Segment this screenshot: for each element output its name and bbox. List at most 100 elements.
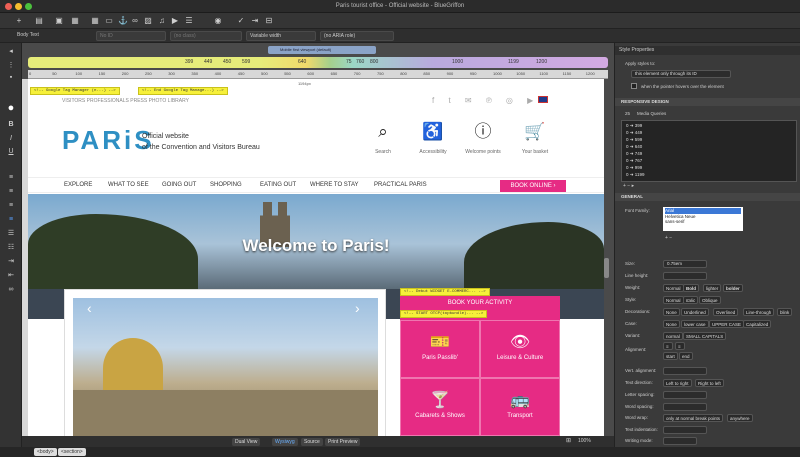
style-oblique[interactable]: Oblique <box>699 296 721 304</box>
publish-icon[interactable]: ▦ <box>70 16 80 26</box>
mq-row[interactable]: 0 ➜ 399 <box>626 123 642 129</box>
gtm-debut-comment[interactable]: <!-- Debut WIDGET E-COMMERC... --> <box>400 288 490 296</box>
mq-label[interactable]: 450 <box>223 59 231 65</box>
deco-underlined[interactable]: Underlined <box>681 308 709 316</box>
id-field[interactable]: No ID <box>96 31 166 41</box>
letter-spacing-input[interactable] <box>663 391 707 399</box>
print-preview-button[interactable]: Print Preview <box>325 438 361 446</box>
top-audience-tabs[interactable]: VISITORS PROFESSIONALS PRESS PHOTO LIBRA… <box>62 98 189 104</box>
media-query-strip[interactable]: 399 449 450 599 640 75 760 800 1000 1199… <box>28 57 608 68</box>
nav-practical-paris[interactable]: PRACTICAL PARIS <box>374 182 427 188</box>
arrow-tool-icon[interactable]: ◂ <box>6 47 16 57</box>
italic-icon[interactable]: I <box>6 134 16 144</box>
globe-icon[interactable]: ◉ <box>213 16 223 26</box>
align-center-icon[interactable]: ≡ <box>6 187 16 197</box>
writing-mode-select[interactable] <box>663 437 697 445</box>
move-icon[interactable]: ⇥ <box>250 16 260 26</box>
class-field[interactable]: (no class) <box>170 31 242 41</box>
mq-row[interactable]: 0 ➜ 1199 <box>626 172 644 178</box>
link-icon[interactable]: ∞ <box>6 285 16 295</box>
case-capitalized[interactable]: Capitalized <box>743 320 772 328</box>
paragraph-style-select[interactable]: Body Text <box>14 31 92 41</box>
numbered-list-icon[interactable]: ☷ <box>6 243 16 253</box>
mq-label[interactable]: 640 <box>298 59 306 65</box>
basket-feature[interactable]: 🛒 Your basket <box>510 121 560 155</box>
media-query-badge[interactable]: Mobile first viewport (default) <box>268 46 376 54</box>
align-center-button[interactable]: ≡ <box>675 342 685 350</box>
apply-styles-select[interactable]: this element only through its ID <box>631 70 731 78</box>
table-icon[interactable]: ▦ <box>90 16 100 26</box>
mq-label[interactable]: 449 <box>204 59 212 65</box>
case-upper[interactable]: UPPER CASE <box>709 320 745 328</box>
source-button[interactable]: Source <box>301 438 323 446</box>
style-italic[interactable]: Italic <box>683 296 699 304</box>
accessibility-feature[interactable]: ♿ Accessibility <box>408 121 458 155</box>
hover-checkbox[interactable] <box>631 83 637 89</box>
dir-rtl[interactable]: Right to left <box>695 379 724 387</box>
weight-bold[interactable]: Bold <box>683 284 699 292</box>
align-left-button[interactable]: ≡ <box>663 342 673 350</box>
nav-explore[interactable]: EXPLORE <box>64 182 92 188</box>
case-lower[interactable]: lower case <box>681 320 709 328</box>
slider-next-icon[interactable]: › <box>355 300 360 316</box>
width-select[interactable]: Variable width <box>246 31 316 41</box>
list-icon[interactable]: ☰ <box>184 16 194 26</box>
justify-icon[interactable]: ≡ <box>6 215 16 225</box>
anchor-icon[interactable]: ⚓ <box>118 16 128 26</box>
text-indent-input[interactable] <box>663 426 707 434</box>
mq-add-remove[interactable]: + − ▸ <box>623 183 634 189</box>
mq-label[interactable]: 1199 <box>508 59 519 65</box>
check-icon[interactable]: ✓ <box>236 16 246 26</box>
vert-alignment-select[interactable] <box>663 367 707 375</box>
section-tag-crumb[interactable]: <section> <box>58 448 86 456</box>
deco-blink[interactable]: blink <box>777 308 793 316</box>
mq-label[interactable]: 75 <box>346 59 352 65</box>
mq-label[interactable]: 399 <box>185 59 193 65</box>
mq-label[interactable]: 599 <box>242 59 250 65</box>
media-queries-list[interactable]: 0 ➜ 399 0 ➜ 449 0 ➜ 599 0 ➜ 640 0 ➜ 749 … <box>621 120 797 182</box>
paris-logo[interactable]: PARiS <box>62 125 155 156</box>
gtm-start2-comment[interactable]: <!-- START OTCP(topbundle)... --> <box>400 310 488 318</box>
nav-what-to-see[interactable]: WHAT TO SEE <box>108 182 149 188</box>
deco-line-through[interactable]: Line-through <box>743 308 775 316</box>
mq-label[interactable]: 800 <box>370 59 378 65</box>
zoom-icon[interactable]: ⊞ <box>566 437 571 444</box>
grip-icon[interactable]: ⋮ <box>6 61 16 71</box>
align-start[interactable]: start <box>663 352 678 360</box>
general-section[interactable]: GENERAL <box>615 193 800 201</box>
layers-icon[interactable]: ⊟ <box>264 16 274 26</box>
size-input[interactable]: 0.75em <box>663 260 707 268</box>
font-family-list[interactable]: Arial Helvetica Neue sans-serif <box>663 207 743 231</box>
dir-ltr[interactable]: Left to right <box>663 379 692 387</box>
mq-label[interactable]: 1200 <box>536 59 547 65</box>
body-tag-crumb[interactable]: <body> <box>34 448 57 456</box>
weight-normal[interactable]: Normal <box>663 284 684 292</box>
style-normal[interactable]: Normal <box>663 296 684 304</box>
record-icon[interactable]: ● <box>6 103 16 114</box>
activity-passlib[interactable]: 🎫 Paris Passlib' <box>400 320 480 378</box>
font-item[interactable]: sans-serif <box>665 219 741 225</box>
nav-going-out[interactable]: GOING OUT <box>162 182 196 188</box>
color-swatch-icon[interactable]: ▪ <box>6 73 16 83</box>
image-icon[interactable]: ▨ <box>143 16 153 26</box>
underline-icon[interactable]: U <box>6 147 16 157</box>
weight-bolder[interactable]: bolder <box>723 284 743 292</box>
dual-view-button[interactable]: Dual View <box>232 438 261 446</box>
save-icon[interactable]: ▣ <box>54 16 64 26</box>
new-file-icon[interactable]: + <box>14 16 24 26</box>
align-end[interactable]: end <box>679 352 693 360</box>
variant-small-caps[interactable]: SMALL CAPITALS <box>683 332 727 340</box>
mq-row[interactable]: 0 ➜ 599 <box>626 137 642 143</box>
indent-icon[interactable]: ⇥ <box>6 257 16 267</box>
word-spacing-input[interactable] <box>663 403 707 411</box>
gtm-start-comment[interactable]: <!-- Google Tag Manager (n...) --> <box>30 87 120 95</box>
activity-leisure[interactable]: 👁 Leisure & Culture <box>480 320 560 378</box>
activity-cabarets[interactable]: 🍸 Cabarets & Shows <box>400 378 480 436</box>
zoom-level[interactable]: 100% <box>578 438 591 444</box>
aria-role-select[interactable]: (no ARIA role) <box>320 31 394 41</box>
mq-row[interactable]: 0 ➜ 749 <box>626 151 642 157</box>
nav-where-to-stay[interactable]: WHERE TO STAY <box>310 182 359 188</box>
mq-row[interactable]: 0 ➜ 767 <box>626 158 642 164</box>
outdent-icon[interactable]: ⇤ <box>6 271 16 281</box>
book-online-button[interactable]: BOOK ONLINE › <box>500 180 566 192</box>
